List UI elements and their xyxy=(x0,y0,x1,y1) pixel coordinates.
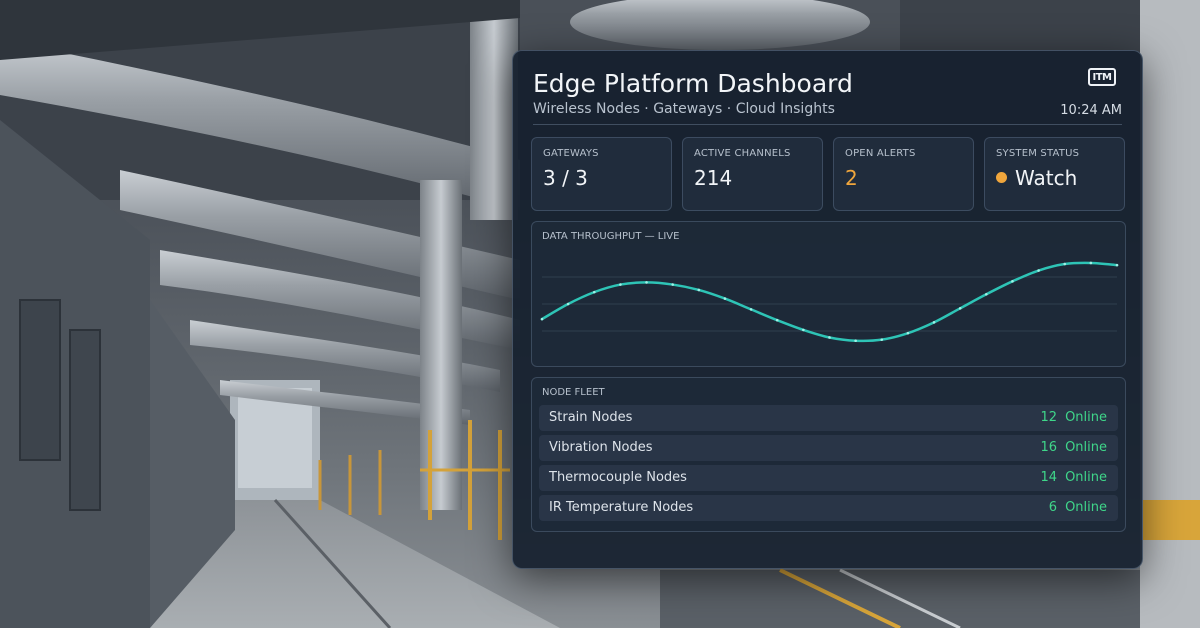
stat-label: OPEN ALERTS xyxy=(845,148,916,159)
chart-point xyxy=(1011,280,1014,283)
fleet-row-online: Online xyxy=(1065,500,1107,515)
fleet-row-strain[interactable]: Strain Nodes 12 Online xyxy=(539,405,1118,431)
chart-point xyxy=(854,339,857,343)
stat-value: Watch xyxy=(996,166,1077,190)
fleet-row-count: 14 xyxy=(1040,470,1058,485)
fleet-row-name: Thermocouple Nodes xyxy=(549,470,687,485)
dashboard-panel: Edge Platform Dashboard Wireless Nodes ·… xyxy=(512,50,1143,569)
page-subtitle: Wireless Nodes · Gateways · Cloud Insigh… xyxy=(533,101,835,117)
chart-point xyxy=(566,302,570,306)
chart-point xyxy=(802,328,805,332)
chart-point xyxy=(540,317,544,321)
stat-card-active-channels: ACTIVE CHANNELS 214 xyxy=(682,137,823,211)
throughput-chart-svg xyxy=(540,261,1119,343)
chart-point xyxy=(749,308,753,311)
itm-logo: ITM xyxy=(1088,68,1116,86)
chart-point xyxy=(697,288,701,292)
chart-point xyxy=(958,307,962,310)
fleet-row-count: 6 xyxy=(1048,500,1058,515)
chart-point xyxy=(1115,263,1119,267)
chart-point xyxy=(775,318,779,322)
chart-point xyxy=(1037,269,1040,272)
chart-point xyxy=(828,336,831,339)
fleet-row-name: Vibration Nodes xyxy=(549,440,653,455)
fleet-row-thermocouple[interactable]: Thermocouple Nodes 14 Online xyxy=(539,465,1118,491)
chart-point xyxy=(619,283,622,286)
fleet-label: NODE FLEET xyxy=(542,387,605,398)
chart-point xyxy=(1063,262,1067,266)
fleet-row-count: 12 xyxy=(1040,410,1058,425)
chart-point xyxy=(985,292,988,296)
fleet-row-count: 16 xyxy=(1040,440,1058,455)
chart-grid xyxy=(542,276,1117,332)
stat-label: ACTIVE CHANNELS xyxy=(694,148,791,159)
fleet-row-name: Strain Nodes xyxy=(549,410,633,425)
fleet-row-status: 14 Online xyxy=(1041,470,1107,485)
throughput-series-line xyxy=(540,261,1119,343)
page-title: Edge Platform Dashboard xyxy=(533,69,853,98)
status-text: Watch xyxy=(1015,166,1078,190)
chart-point xyxy=(932,321,936,324)
throughput-chart: DATA THROUGHPUT — LIVE xyxy=(531,221,1126,367)
fleet-row-name: IR Temperature Nodes xyxy=(549,500,694,515)
fleet-row-online: Online xyxy=(1065,470,1107,485)
chart-point xyxy=(1089,261,1093,265)
fleet-row-ir-temperature[interactable]: IR Temperature Nodes 6 Online xyxy=(539,495,1118,521)
chart-point xyxy=(880,338,884,341)
stat-label: SYSTEM STATUS xyxy=(996,148,1080,159)
stat-value: 3 / 3 xyxy=(543,166,588,190)
chart-point xyxy=(592,290,596,294)
chart-point xyxy=(671,283,674,286)
stat-value: 214 xyxy=(694,166,733,190)
stat-label: GATEWAYS xyxy=(543,148,599,159)
stat-card-open-alerts: OPEN ALERTS 2 xyxy=(833,137,974,211)
stat-value: 2 xyxy=(845,166,858,190)
fleet-row-vibration[interactable]: Vibration Nodes 16 Online xyxy=(539,435,1118,461)
chart-point xyxy=(723,297,727,300)
chart-point xyxy=(645,281,648,284)
fleet-row-online: Online xyxy=(1065,410,1107,425)
status-dot-icon xyxy=(996,172,1007,183)
node-fleet-panel: NODE FLEET Strain Nodes 12 Online Vibrati… xyxy=(531,377,1126,532)
fleet-row-status: 6 Online xyxy=(1049,500,1107,515)
header-divider xyxy=(533,124,1122,125)
clock-time: 10:24 AM xyxy=(1060,103,1122,118)
stat-card-system-status: SYSTEM STATUS Watch xyxy=(984,137,1125,211)
chart-point xyxy=(906,331,910,335)
fleet-row-status: 12 Online xyxy=(1041,410,1107,425)
fleet-row-status: 16 Online xyxy=(1041,440,1107,455)
stat-card-gateways: GATEWAYS 3 / 3 xyxy=(531,137,672,211)
fleet-row-online: Online xyxy=(1065,440,1107,455)
